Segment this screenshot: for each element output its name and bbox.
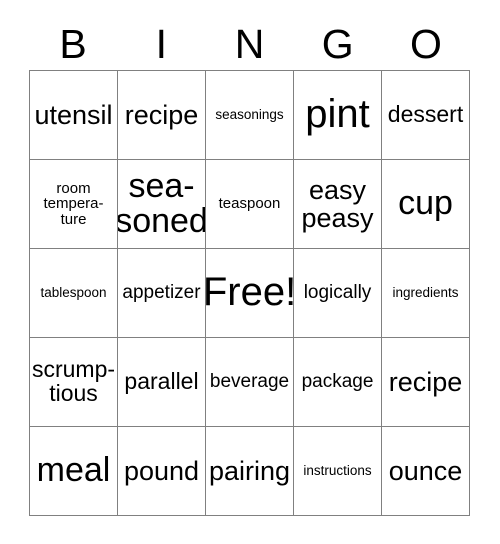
- bingo-cell[interactable]: pint: [294, 71, 382, 160]
- bingo-card: B I N G O utensil recipe seasonings pint dessert…: [0, 0, 500, 544]
- bingo-header: BINGO: [29, 18, 470, 70]
- bingo-header-letter-5: O: [409, 20, 442, 67]
- bingo-cell[interactable]: ingredients: [382, 249, 470, 338]
- bingo-cell-label: pint: [305, 92, 370, 137]
- bingo-cell[interactable]: teaspoon: [206, 160, 294, 249]
- bingo-header-letter-1: B: [59, 20, 87, 67]
- bingo-cell[interactable]: recipe: [382, 338, 470, 427]
- bingo-cell-label: recipe: [124, 99, 199, 130]
- bingo-cell[interactable]: appetizer: [118, 249, 206, 338]
- bingo-cell-label: meal: [36, 451, 111, 490]
- bingo-cell[interactable]: logically: [294, 249, 382, 338]
- bingo-cell[interactable]: parallel: [118, 338, 206, 427]
- bingo-cell-label: recipe: [388, 366, 463, 397]
- bingo-cell-label: parallel: [124, 368, 199, 395]
- bingo-cell[interactable]: sea- soned: [118, 160, 206, 249]
- bingo-cell-label: appetizer: [122, 282, 201, 304]
- bingo-cell-label: beverage: [209, 371, 290, 393]
- bingo-cell[interactable]: beverage: [206, 338, 294, 427]
- bingo-cell-label: easy peasy: [301, 174, 374, 233]
- bingo-grid: utensil recipe seasonings pint dessert room t…: [29, 70, 470, 516]
- bingo-cell-label: tablespoon: [40, 284, 107, 300]
- bingo-cell[interactable]: package: [294, 338, 382, 427]
- bingo-cell-label: package: [301, 371, 374, 393]
- bingo-cell[interactable]: instructions: [294, 427, 382, 516]
- bingo-cell[interactable]: pound: [118, 427, 206, 516]
- bingo-cell-label: instructions: [303, 462, 372, 478]
- bingo-cell[interactable]: scrump- tious: [30, 338, 118, 427]
- bingo-cell[interactable]: cup: [382, 160, 470, 249]
- bingo-cell-label: teaspoon: [218, 195, 281, 213]
- bingo-cell-label: ingredients: [392, 284, 459, 300]
- bingo-cell-label: pound: [123, 455, 200, 486]
- bingo-cell[interactable]: tablespoon: [30, 249, 118, 338]
- bingo-cell-label: dessert: [387, 101, 464, 128]
- bingo-cell-label: ounce: [388, 455, 463, 486]
- bingo-cell[interactable]: ounce: [382, 427, 470, 516]
- bingo-cell-label: utensil: [34, 99, 113, 130]
- bingo-cell-label: logically: [303, 282, 372, 304]
- bingo-header-letter-3: N: [234, 20, 265, 67]
- bingo-cell-label: sea- soned: [118, 166, 206, 240]
- bingo-free-space[interactable]: Free!: [206, 249, 294, 338]
- bingo-cell-label: pairing: [208, 455, 291, 486]
- bingo-cell[interactable]: utensil: [30, 71, 118, 160]
- bingo-header-letter-2: I: [155, 20, 167, 67]
- bingo-cell-label: scrump- tious: [31, 356, 116, 406]
- bingo-cell[interactable]: dessert: [382, 71, 470, 160]
- bingo-cell-label: seasonings: [215, 106, 284, 122]
- bingo-cell[interactable]: pairing: [206, 427, 294, 516]
- bingo-header-letter-4: G: [321, 20, 354, 67]
- bingo-cell[interactable]: easy peasy: [294, 160, 382, 249]
- bingo-cell-label: cup: [398, 184, 453, 223]
- bingo-cell[interactable]: seasonings: [206, 71, 294, 160]
- bingo-cell[interactable]: meal: [30, 427, 118, 516]
- bingo-cell[interactable]: room tempera- ture: [30, 160, 118, 249]
- bingo-cell-label: room tempera- ture: [43, 179, 104, 228]
- bingo-cell-label: Free!: [206, 270, 294, 315]
- bingo-cell[interactable]: recipe: [118, 71, 206, 160]
